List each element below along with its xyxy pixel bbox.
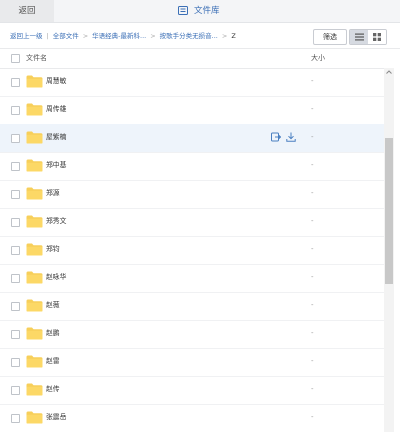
breadcrumb-item[interactable]: 华语经典-最新科...	[92, 32, 146, 40]
file-size: -	[311, 413, 314, 421]
file-size: -	[311, 385, 314, 393]
table-row[interactable]: 赵鹏 -	[0, 320, 384, 349]
folder-icon	[26, 271, 43, 284]
file-size: -	[311, 105, 314, 113]
select-all-checkbox[interactable]	[11, 54, 20, 63]
scroll-up-arrow-icon[interactable]	[384, 68, 394, 76]
table-row[interactable]: 郑钧 -	[0, 236, 384, 265]
file-size: -	[311, 189, 314, 197]
file-name[interactable]: 赵鹏	[46, 320, 60, 347]
back-button[interactable]: 返回	[0, 0, 54, 22]
table-header: 文件名 大小	[0, 49, 384, 69]
view-toggle	[349, 29, 387, 45]
folder-icon	[26, 215, 43, 228]
row-checkbox[interactable]	[11, 358, 20, 367]
folder-icon	[26, 327, 43, 340]
row-checkbox[interactable]	[11, 162, 20, 171]
grid-view-button[interactable]	[368, 30, 386, 44]
file-size: -	[311, 301, 314, 309]
library-icon	[178, 6, 188, 15]
file-size: -	[311, 273, 314, 281]
column-header-size[interactable]: 大小	[311, 49, 325, 68]
file-size: -	[311, 161, 314, 169]
file-size: -	[311, 77, 314, 85]
file-size: -	[311, 217, 314, 225]
breadcrumb-current: Z	[231, 32, 236, 40]
row-checkbox[interactable]	[11, 414, 20, 423]
toolbar: 返回上一级 | 全部文件 > 华语经典-最新科... > 按歌手分类无损音... > Z 筛选	[0, 24, 400, 49]
file-name[interactable]: 郑源	[46, 180, 60, 207]
folder-icon	[26, 383, 43, 396]
row-checkbox[interactable]	[11, 134, 20, 143]
file-name[interactable]: 屋紫楠	[46, 124, 66, 151]
folder-icon	[26, 131, 43, 144]
grid-view-icon	[373, 33, 381, 41]
file-size: -	[311, 133, 314, 141]
file-list: 周慧敏 - 周传雄 - 屋紫楠 - 郑中基 - 郑源 - 郑秀文 - 郑钧 - 赵咏华 - 赵薇 - 赵鹏 - 赵雷 - 赵…	[0, 68, 384, 432]
folder-icon	[26, 187, 43, 200]
row-checkbox[interactable]	[11, 78, 20, 87]
top-bar: 返回 文件库	[0, 0, 400, 23]
row-checkbox[interactable]	[11, 190, 20, 199]
breadcrumb-item[interactable]: 按歌手分类无损音...	[160, 32, 218, 40]
file-name[interactable]: 郑秀文	[46, 208, 66, 235]
table-row[interactable]: 周传雄 -	[0, 96, 384, 125]
row-checkbox[interactable]	[11, 302, 20, 311]
breadcrumb-item[interactable]: 全部文件	[53, 32, 79, 40]
table-row[interactable]: 赵咏华 -	[0, 264, 384, 293]
breadcrumb-separator: >	[82, 32, 89, 40]
table-row[interactable]: 郑源 -	[0, 180, 384, 209]
table-row[interactable]: 赵雷 -	[0, 348, 384, 377]
folder-icon	[26, 75, 43, 88]
file-name[interactable]: 郑钧	[46, 236, 60, 263]
page-title-text: 文件库	[194, 6, 220, 16]
column-header-name[interactable]: 文件名	[26, 49, 47, 68]
share-icon[interactable]	[271, 132, 281, 142]
folder-icon	[26, 411, 43, 424]
breadcrumb: 返回上一级 | 全部文件 > 华语经典-最新科... > 按歌手分类无损音... > Z	[10, 24, 236, 48]
page-title: 文件库	[178, 0, 220, 22]
row-checkbox[interactable]	[11, 246, 20, 255]
file-name[interactable]: 赵雷	[46, 348, 60, 375]
folder-icon	[26, 159, 43, 172]
file-name[interactable]: 赵咏华	[46, 264, 66, 291]
breadcrumb-separator: >	[221, 32, 228, 40]
list-view-icon	[354, 33, 364, 41]
row-checkbox[interactable]	[11, 218, 20, 227]
file-name[interactable]: 周慧敏	[46, 68, 66, 95]
file-name[interactable]: 郑中基	[46, 152, 66, 179]
table-row[interactable]: 张震岳 -	[0, 404, 384, 432]
scrollbar-thumb[interactable]	[385, 138, 393, 284]
file-name[interactable]: 赵传	[46, 376, 60, 403]
file-size: -	[311, 357, 314, 365]
table-row[interactable]: 赵薇 -	[0, 292, 384, 321]
folder-icon	[26, 299, 43, 312]
table-row[interactable]: 郑中基 -	[0, 152, 384, 181]
table-row[interactable]: 屋紫楠 -	[0, 124, 384, 153]
filter-button[interactable]: 筛选	[313, 29, 347, 45]
download-icon[interactable]	[286, 132, 296, 142]
file-name[interactable]: 周传雄	[46, 96, 66, 123]
table-row[interactable]: 郑秀文 -	[0, 208, 384, 237]
table-row[interactable]: 赵传 -	[0, 376, 384, 405]
folder-icon	[26, 103, 43, 116]
file-size: -	[311, 329, 314, 337]
file-name[interactable]: 张震岳	[46, 404, 66, 431]
list-view-button[interactable]	[350, 30, 368, 44]
file-name[interactable]: 赵薇	[46, 292, 60, 319]
breadcrumb-separator: >	[150, 32, 156, 40]
folder-icon	[26, 355, 43, 368]
breadcrumb-back-up[interactable]: 返回上一级	[10, 32, 43, 40]
file-size: -	[311, 245, 314, 253]
table-row[interactable]: 周慧敏 -	[0, 68, 384, 97]
breadcrumb-separator: |	[46, 32, 49, 40]
row-checkbox[interactable]	[11, 274, 20, 283]
folder-icon	[26, 243, 43, 256]
row-checkbox[interactable]	[11, 386, 20, 395]
row-checkbox[interactable]	[11, 106, 20, 115]
row-checkbox[interactable]	[11, 330, 20, 339]
